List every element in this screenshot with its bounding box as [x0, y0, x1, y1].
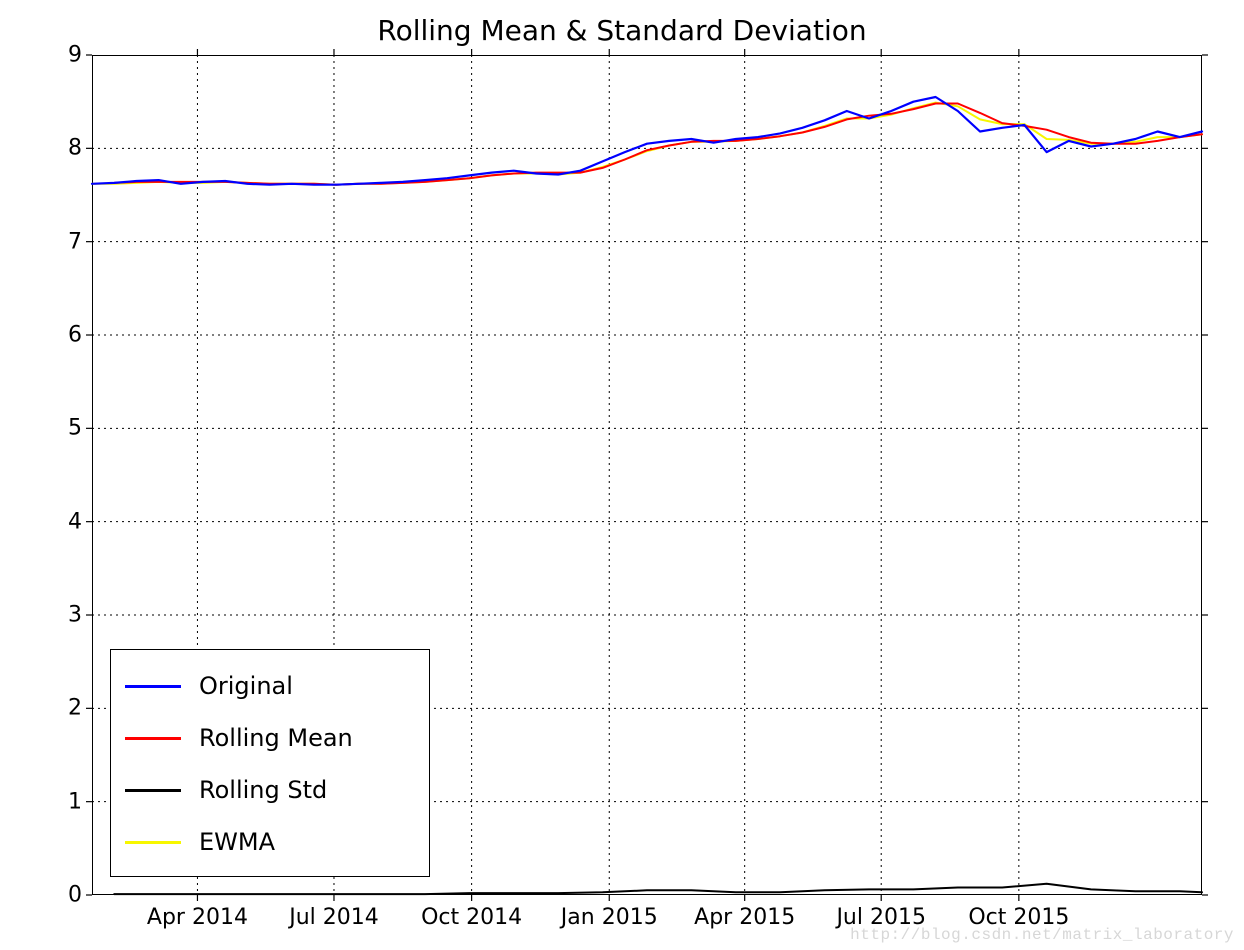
legend-entry: Original [125, 660, 415, 712]
ytick-label: 7 [42, 229, 82, 254]
xtick-label: Jan 2015 [561, 905, 658, 930]
legend-entry: Rolling Mean [125, 712, 415, 764]
ytick-label: 0 [42, 883, 82, 908]
legend-swatch [125, 685, 181, 688]
xtick-label: Oct 2014 [421, 905, 522, 930]
xtick-label: Apr 2014 [147, 905, 248, 930]
legend-label: EWMA [199, 828, 275, 856]
ytick-label: 8 [42, 136, 82, 161]
ytick-label: 6 [42, 323, 82, 348]
watermark-text: http://blog.csdn.net/matrix_laboratory [850, 926, 1234, 944]
ytick-label: 3 [42, 603, 82, 628]
legend-swatch [125, 841, 181, 844]
legend-label: Original [199, 672, 293, 700]
legend-label: Rolling Mean [199, 724, 353, 752]
ytick-label: 5 [42, 416, 82, 441]
ytick-label: 4 [42, 509, 82, 534]
legend-entry: Rolling Std [125, 764, 415, 816]
legend-entry: EWMA [125, 816, 415, 868]
ytick-label: 2 [42, 696, 82, 721]
legend-swatch [125, 789, 181, 792]
legend-swatch [125, 737, 181, 740]
ytick-label: 1 [42, 789, 82, 814]
xtick-label: Apr 2015 [694, 905, 795, 930]
xtick-label: Jul 2014 [289, 905, 379, 930]
legend-box: Original Rolling Mean Rolling Std EWMA [110, 649, 430, 877]
ytick-label: 9 [42, 43, 82, 68]
legend-label: Rolling Std [199, 776, 327, 804]
